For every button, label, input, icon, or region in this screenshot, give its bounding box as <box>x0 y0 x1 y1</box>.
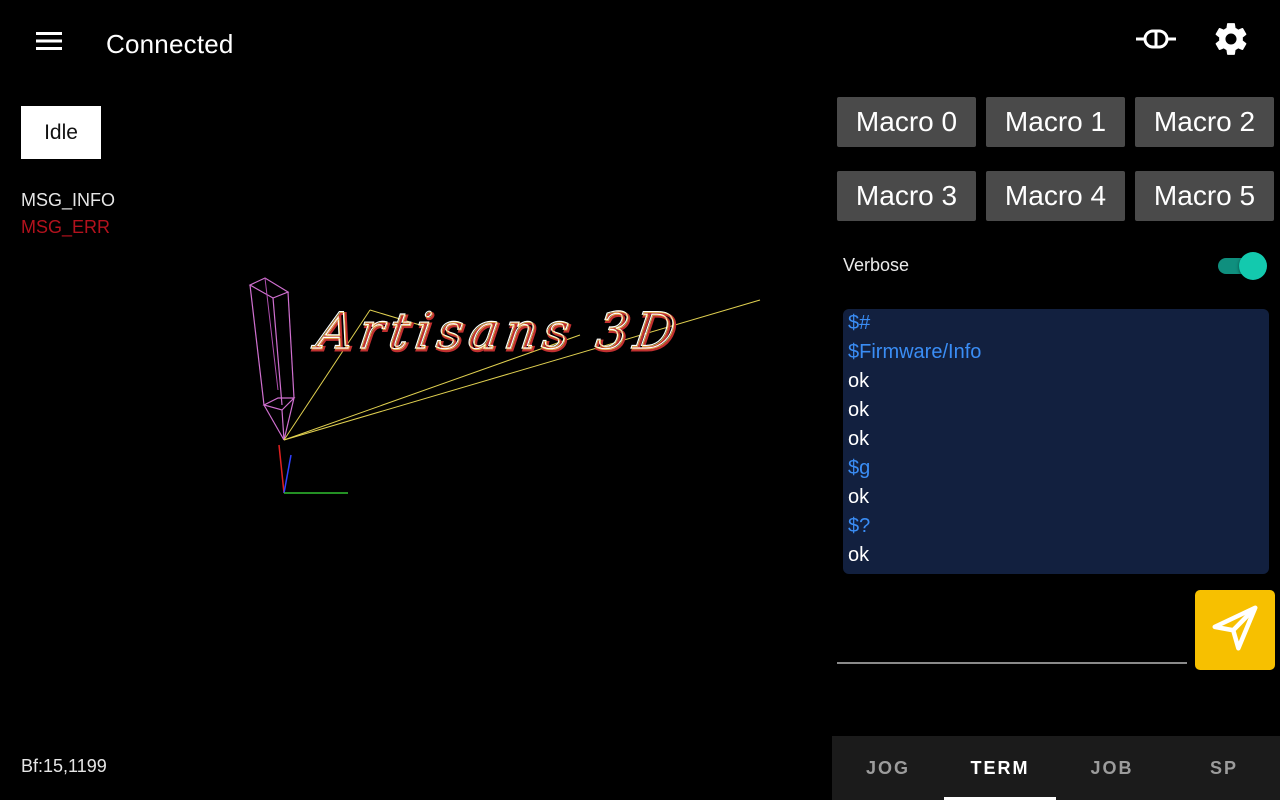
tool-model <box>248 277 296 441</box>
toggle-thumb <box>1239 252 1267 280</box>
macro-2-button[interactable]: Macro 2 <box>1135 97 1274 147</box>
macro-3-button[interactable]: Macro 3 <box>837 171 976 221</box>
macro-1-button[interactable]: Macro 1 <box>986 97 1125 147</box>
menu-button[interactable] <box>28 22 70 64</box>
plug-disconnect-icon <box>1135 28 1177 55</box>
send-button[interactable] <box>1195 590 1275 670</box>
info-message: MSG_INFO <box>21 190 116 210</box>
toolpath-visualizer[interactable]: Artisans 3D Artisans 3D Artisans 3D <box>160 240 840 540</box>
macro-5-button[interactable]: Macro 5 <box>1135 171 1274 221</box>
machine-state-badge: Idle <box>21 106 101 159</box>
page-title: Connected <box>106 29 234 59</box>
bottom-tab-bar: JOG TERM JOB SP <box>832 736 1280 800</box>
hamburger-menu-icon <box>35 30 63 57</box>
command-input[interactable] <box>837 610 1187 664</box>
tab-sp[interactable]: SP <box>1168 736 1280 800</box>
verbose-label: Verbose <box>843 255 910 275</box>
tab-job[interactable]: JOB <box>1056 736 1168 800</box>
terminal-line: ok <box>848 370 870 392</box>
terminal-line: ok <box>848 399 870 421</box>
tab-term[interactable]: TERM <box>944 736 1056 800</box>
tab-jog[interactable]: JOG <box>832 736 944 800</box>
gear-icon <box>1212 20 1250 63</box>
terminal-line: ok <box>848 428 870 450</box>
error-message: MSG_ERR <box>21 217 111 237</box>
macro-4-button[interactable]: Macro 4 <box>986 171 1125 221</box>
verbose-toggle[interactable] <box>1215 252 1267 280</box>
terminal-output: $# $Firmware/Info ok ok ok $g ok $? ok <box>843 309 1269 574</box>
svg-text:Artisans 3D: Artisans 3D <box>310 302 685 361</box>
terminal-line: ok <box>848 544 870 566</box>
terminal-line: $# <box>848 312 871 334</box>
settings-button[interactable] <box>1206 16 1256 66</box>
macro-0-button[interactable]: Macro 0 <box>837 97 976 147</box>
terminal-line: $? <box>848 515 871 537</box>
terminal-line: $g <box>848 457 871 479</box>
buffer-status: Bf:15,1199 <box>21 756 107 776</box>
connection-button[interactable] <box>1130 20 1182 62</box>
terminal-line: $Firmware/Info <box>848 341 982 363</box>
engraved-text-toolpath: Artisans 3D Artisans 3D Artisans 3D <box>309 301 688 364</box>
axes-gizmo <box>278 444 348 494</box>
terminal-line: ok <box>848 486 870 508</box>
send-icon <box>1208 601 1262 660</box>
